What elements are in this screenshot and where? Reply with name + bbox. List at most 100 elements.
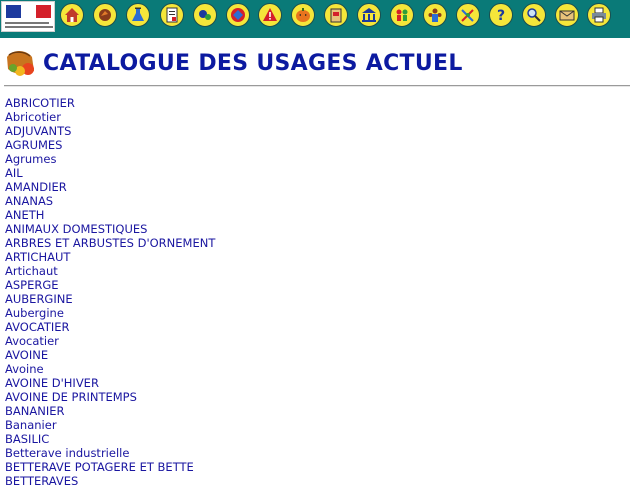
list-item: ARTICHAUT: [5, 249, 215, 264]
usage-link[interactable]: ARTICHAUT: [5, 250, 70, 264]
usage-link[interactable]: ARBRES ET ARBUSTES D'ORNEMENT: [5, 236, 215, 250]
group-button[interactable]: [423, 3, 447, 27]
top-navigation-bar: ?: [0, 0, 630, 38]
list-item: ABRICOTIER: [5, 95, 215, 110]
list-item: ARBRES ET ARBUSTES D'ORNEMENT: [5, 235, 215, 250]
usage-link[interactable]: Betterave industrielle: [5, 446, 129, 460]
list-item: AVOINE D'HIVER: [5, 375, 215, 390]
usage-link[interactable]: ASPERGE: [5, 278, 59, 292]
usage-link[interactable]: AMANDIER: [5, 180, 67, 194]
no-entry-icon: [231, 8, 245, 22]
home-icon: [65, 8, 79, 22]
usage-link[interactable]: Abricotier: [5, 110, 61, 124]
list-item: BASILIC: [5, 431, 215, 446]
help-icon: ?: [497, 8, 505, 24]
search-people-icon: [199, 10, 211, 20]
group-icon: [428, 8, 442, 22]
usage-link[interactable]: Aubergine: [5, 306, 64, 320]
building-button[interactable]: [357, 3, 381, 27]
help-button[interactable]: ?: [489, 3, 513, 27]
list-item: Bananier: [5, 417, 215, 432]
list-item: ANANAS: [5, 193, 215, 208]
logo-text-line: [5, 26, 53, 28]
usage-link[interactable]: AVOINE DE PRINTEMPS: [5, 390, 137, 404]
logo-text-line: [5, 22, 49, 24]
list-item: Avoine: [5, 361, 215, 376]
clipboard-button[interactable]: [324, 3, 348, 27]
usage-link[interactable]: ADJUVANTS: [5, 124, 71, 138]
cornucopia-icon: [7, 51, 34, 76]
magnifier-icon: [527, 8, 541, 22]
print-button[interactable]: [587, 3, 611, 27]
list-item: AUBERGINE: [5, 291, 215, 306]
usage-link[interactable]: AIL: [5, 166, 23, 180]
list-item: Agrumes: [5, 151, 215, 166]
flask-icon: [132, 7, 144, 21]
search-people-button[interactable]: [193, 3, 217, 27]
list-item: Aubergine: [5, 305, 215, 320]
usage-link[interactable]: ABRICOTIER: [5, 96, 75, 110]
tools-icon: [461, 9, 474, 22]
tools-button[interactable]: [456, 3, 480, 27]
document-icon: [166, 7, 178, 23]
usage-link[interactable]: BANANIER: [5, 404, 64, 418]
list-item: Artichaut: [5, 263, 215, 278]
usage-link[interactable]: BETTERAVES: [5, 474, 78, 488]
list-item: Avocatier: [5, 333, 215, 348]
no-entry-button[interactable]: [226, 3, 250, 27]
usage-link[interactable]: ANETH: [5, 208, 44, 222]
mail-icon: [559, 10, 575, 21]
usage-link[interactable]: AVOINE D'HIVER: [5, 376, 99, 390]
clipboard-icon: [330, 8, 342, 23]
republique-francaise-logo[interactable]: [1, 1, 55, 32]
usage-link[interactable]: BASILIC: [5, 432, 49, 446]
list-item: BANANIER: [5, 403, 215, 418]
usage-link[interactable]: Artichaut: [5, 264, 58, 278]
building-icon: [362, 8, 376, 22]
usage-link[interactable]: Agrumes: [5, 152, 56, 166]
list-item: AVOINE DE PRINTEMPS: [5, 389, 215, 404]
usage-link[interactable]: AVOINE: [5, 348, 48, 362]
list-item: ANIMAUX DOMESTIQUES: [5, 221, 215, 236]
usage-link[interactable]: Bananier: [5, 418, 57, 432]
pumpkin-button[interactable]: [291, 3, 315, 27]
usage-link[interactable]: Avoine: [5, 362, 44, 376]
usage-link[interactable]: Avocatier: [5, 334, 59, 348]
page-title: CATALOGUE DES USAGES ACTUEL: [43, 51, 463, 76]
list-item: AVOCATIER: [5, 319, 215, 334]
list-item: AVOINE: [5, 347, 215, 362]
family-button[interactable]: [390, 3, 414, 27]
usage-link[interactable]: AVOCATIER: [5, 320, 70, 334]
mail-button[interactable]: [555, 3, 579, 27]
usage-link[interactable]: AUBERGINE: [5, 292, 73, 306]
warning-button[interactable]: [258, 3, 282, 27]
list-item: ADJUVANTS: [5, 123, 215, 138]
hand-button[interactable]: [93, 3, 117, 27]
list-item: ASPERGE: [5, 277, 215, 292]
divider: [4, 85, 630, 87]
magnifier-button[interactable]: [522, 3, 546, 27]
home-button[interactable]: [60, 3, 84, 27]
warning-icon: [263, 8, 277, 21]
usage-link[interactable]: ANANAS: [5, 194, 53, 208]
list-item: AIL: [5, 165, 215, 180]
usage-link[interactable]: ANIMAUX DOMESTIQUES: [5, 222, 147, 236]
list-item: Betterave industrielle: [5, 445, 215, 460]
document-button[interactable]: [160, 3, 184, 27]
svg-text:?: ?: [497, 8, 505, 24]
list-item: AGRUMES: [5, 137, 215, 152]
hand-icon: [99, 9, 111, 21]
list-item: BETTERAVE POTAGERE ET BETTE: [5, 459, 215, 474]
usage-link[interactable]: BETTERAVE POTAGERE ET BETTE: [5, 460, 194, 474]
list-item: AMANDIER: [5, 179, 215, 194]
french-flag-icon: [6, 5, 51, 18]
print-icon: [592, 7, 606, 23]
list-item: ANETH: [5, 207, 215, 222]
list-item: BETTERAVES: [5, 473, 215, 488]
flask-button[interactable]: [126, 3, 150, 27]
pumpkin-icon: [296, 8, 310, 22]
usage-list: ABRICOTIER Abricotier ADJUVANTS AGRUMES Agru…: [5, 95, 215, 488]
family-icon: [396, 9, 408, 21]
list-item: Abricotier: [5, 109, 215, 124]
usage-link[interactable]: AGRUMES: [5, 138, 62, 152]
